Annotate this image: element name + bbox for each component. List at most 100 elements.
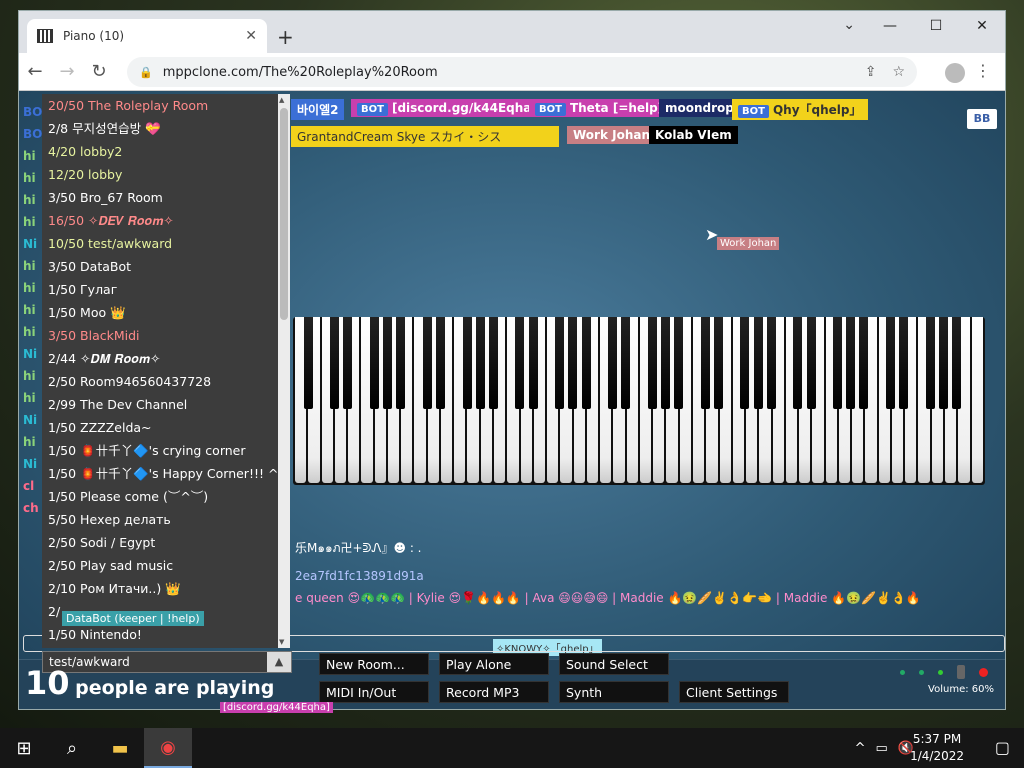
volume-knob-icon[interactable] bbox=[957, 665, 965, 679]
back-icon[interactable]: ← bbox=[19, 61, 51, 82]
black-key[interactable] bbox=[899, 317, 909, 409]
black-key[interactable] bbox=[713, 317, 723, 409]
room-item[interactable]: 1/50 ZZZZelda~ bbox=[42, 416, 278, 439]
black-key[interactable] bbox=[938, 317, 948, 409]
play-alone-button[interactable]: Play Alone bbox=[439, 653, 549, 675]
black-key[interactable] bbox=[488, 317, 498, 409]
scroll-thumb[interactable] bbox=[280, 108, 288, 320]
black-key[interactable] bbox=[885, 317, 895, 409]
new-room-button[interactable]: New Room... bbox=[319, 653, 429, 675]
room-item[interactable]: 4/20 lobby2 bbox=[42, 140, 278, 163]
black-key[interactable] bbox=[621, 317, 631, 409]
new-tab-button[interactable]: + bbox=[277, 25, 294, 49]
room-item[interactable]: 2/50 Play sad music bbox=[42, 554, 278, 577]
user-tag-5[interactable]: BOT Qhy「qhelp」 bbox=[732, 99, 868, 120]
black-key[interactable] bbox=[462, 317, 472, 409]
user-tag-8[interactable]: Kolab VIem bbox=[649, 126, 738, 144]
room-list-scrollbar[interactable]: ▲ ▼ bbox=[278, 94, 290, 648]
clock[interactable]: 5:37 PM 1/4/2022 bbox=[910, 731, 964, 765]
search-icon[interactable]: ⌕ bbox=[48, 728, 96, 768]
room-item[interactable]: 12/20 lobby bbox=[42, 163, 278, 186]
black-key[interactable] bbox=[555, 317, 565, 409]
room-item[interactable]: 1/50 Please come (︶^︶) bbox=[42, 485, 278, 508]
user-tag-2[interactable]: BOT [discord.gg/k44Eqha] bbox=[351, 99, 543, 117]
close-window-button[interactable]: ✕ bbox=[959, 11, 1005, 41]
black-key[interactable] bbox=[859, 317, 869, 409]
black-key[interactable] bbox=[330, 317, 340, 409]
black-key[interactable] bbox=[925, 317, 935, 409]
record-dot[interactable] bbox=[979, 668, 988, 677]
synth-button[interactable]: Synth bbox=[559, 681, 669, 703]
forward-icon[interactable]: → bbox=[51, 61, 83, 82]
network-icon[interactable]: ▭ bbox=[876, 741, 888, 756]
tab-piano[interactable]: Piano (10) ✕ bbox=[27, 19, 267, 53]
tab-close-icon[interactable]: ✕ bbox=[245, 28, 257, 44]
room-item[interactable]: 5/50 Нехер делать bbox=[42, 508, 278, 531]
black-key[interactable] bbox=[568, 317, 578, 409]
black-key[interactable] bbox=[383, 317, 393, 409]
black-key[interactable] bbox=[369, 317, 379, 409]
user-tag-4[interactable]: moondrop bbox=[659, 99, 740, 117]
menu-kebab-icon[interactable]: ⋮ bbox=[975, 61, 991, 80]
share-icon[interactable]: ⇪ bbox=[865, 64, 877, 80]
room-item[interactable]: 3/50 BlackMidi bbox=[42, 324, 278, 347]
room-item[interactable]: 1/50 🏮卄千丫🔷's Happy Corner!!! ^- bbox=[42, 462, 278, 485]
black-key[interactable] bbox=[766, 317, 776, 409]
scroll-down-icon[interactable]: ▼ bbox=[279, 638, 284, 646]
piano-keyboard[interactable] bbox=[293, 317, 985, 485]
black-key[interactable] bbox=[343, 317, 353, 409]
profile-avatar-icon[interactable] bbox=[945, 63, 965, 83]
room-item[interactable]: 2/99 The Dev Channel bbox=[42, 393, 278, 416]
chevron-up-icon[interactable]: ^ bbox=[855, 741, 866, 756]
black-key[interactable] bbox=[608, 317, 618, 409]
room-item[interactable]: 3/50 DataBot bbox=[42, 255, 278, 278]
midi-button[interactable]: MIDI In/Out bbox=[319, 681, 429, 703]
record-mp3-button[interactable]: Record MP3 bbox=[439, 681, 549, 703]
black-key[interactable] bbox=[846, 317, 856, 409]
black-key[interactable] bbox=[952, 317, 962, 409]
bb-button[interactable]: BB bbox=[967, 109, 997, 129]
room-item[interactable]: 20/50 The Roleplay Room bbox=[42, 94, 278, 117]
black-key[interactable] bbox=[806, 317, 816, 409]
room-item[interactable]: 3/50 Bro_67 Room bbox=[42, 186, 278, 209]
black-key[interactable] bbox=[674, 317, 684, 409]
user-tag-6[interactable]: GrantandCream Skye スカイ・シス bbox=[291, 126, 559, 147]
black-key[interactable] bbox=[422, 317, 432, 409]
url-text[interactable]: mppclone.com/The%20Roleplay%20Room bbox=[163, 65, 438, 80]
black-key[interactable] bbox=[660, 317, 670, 409]
room-item[interactable]: 2/50 Room946560437728 bbox=[42, 370, 278, 393]
room-item[interactable]: 2/8 무지성연습방 💝 bbox=[42, 117, 278, 140]
black-key[interactable] bbox=[700, 317, 710, 409]
room-item[interactable]: 1/50 Moo 👑 bbox=[42, 301, 278, 324]
black-key[interactable] bbox=[303, 317, 313, 409]
black-key[interactable] bbox=[475, 317, 485, 409]
windows-start-icon[interactable]: ⊞ bbox=[0, 728, 48, 768]
minimize-button[interactable]: — bbox=[867, 11, 913, 41]
scroll-up-icon[interactable]: ▲ bbox=[279, 96, 284, 104]
black-key[interactable] bbox=[832, 317, 842, 409]
black-key[interactable] bbox=[740, 317, 750, 409]
chrome-icon[interactable]: ◉ bbox=[144, 728, 192, 768]
user-tag-3[interactable]: BOT Theta [=help] bbox=[529, 99, 670, 117]
room-item[interactable]: 2/44 ✧𝑫𝑴 𝑹𝒐𝒐𝒎✧ bbox=[42, 347, 278, 370]
room-item[interactable]: 16/50 ✧𝑫𝑬𝑽 𝑹𝒐𝒐𝒎✧ bbox=[42, 209, 278, 232]
black-key[interactable] bbox=[528, 317, 538, 409]
omnibox[interactable]: 🔒 mppclone.com/The%20Roleplay%20Room ⇪ ☆ bbox=[127, 57, 917, 87]
black-key[interactable] bbox=[436, 317, 446, 409]
black-key[interactable] bbox=[515, 317, 525, 409]
room-item[interactable]: 1/50 Nintendo! bbox=[42, 623, 278, 646]
maximize-button[interactable]: ☐ bbox=[913, 11, 959, 41]
sound-select-button[interactable]: Sound Select bbox=[559, 653, 669, 675]
user-tag-1[interactable]: 바이엘2 bbox=[291, 99, 345, 120]
black-key[interactable] bbox=[581, 317, 591, 409]
reload-icon[interactable]: ↻ bbox=[83, 61, 115, 82]
room-list[interactable]: 20/50 The Roleplay Room 2/8 무지성연습방 💝 4/20 … bbox=[42, 94, 278, 648]
room-item[interactable]: 2/50 Sodi / Egypt bbox=[42, 531, 278, 554]
bookmark-star-icon[interactable]: ☆ bbox=[892, 64, 905, 80]
client-settings-button[interactable]: Client Settings bbox=[679, 681, 789, 703]
user-tag-7[interactable]: Work Johan bbox=[567, 126, 657, 144]
black-key[interactable] bbox=[396, 317, 406, 409]
room-item[interactable]: 1/50 🏮卄千丫🔷's crying corner bbox=[42, 439, 278, 462]
room-item[interactable]: 10/50 test/awkward bbox=[42, 232, 278, 255]
notification-icon[interactable]: ▢ bbox=[995, 738, 1010, 757]
